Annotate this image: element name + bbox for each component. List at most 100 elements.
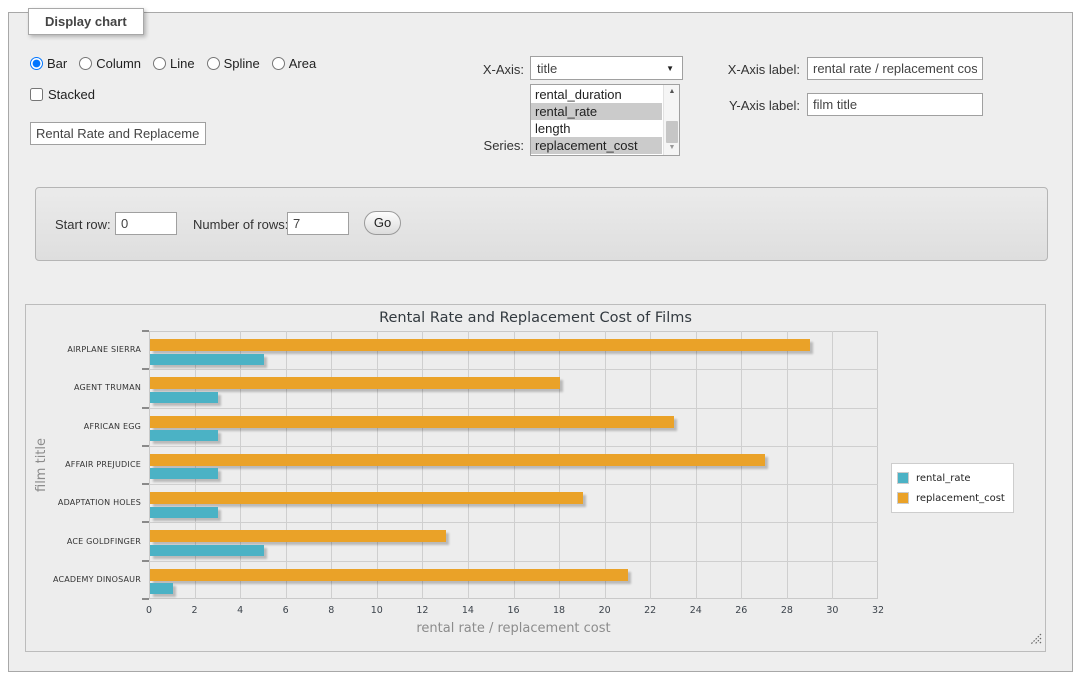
- x-tick-label: 16: [499, 605, 529, 616]
- series-multiselect[interactable]: rental_duration rental_rate length repla…: [530, 84, 680, 156]
- number-of-rows-input[interactable]: [287, 212, 349, 235]
- resize-grip-icon[interactable]: [1030, 630, 1042, 642]
- bar-rental_rate: [150, 468, 218, 479]
- chevron-down-icon: ▼: [666, 64, 674, 73]
- scrollbar-thumb[interactable]: [666, 121, 678, 143]
- x-tick-label: 4: [225, 605, 255, 616]
- legend-swatch-icon: [897, 472, 909, 484]
- x-tick-label: 32: [863, 605, 893, 616]
- bar-replacement_cost: [150, 377, 560, 389]
- chart-type-radio-group: Bar Column Line Spline Area: [30, 56, 324, 71]
- bar-replacement_cost: [150, 530, 446, 542]
- chart-type-bar-label: Bar: [47, 56, 67, 71]
- row-controls-box: [35, 187, 1048, 261]
- x-tick-label: 30: [817, 605, 847, 616]
- bar-rental_rate: [150, 354, 264, 365]
- gridline: [149, 369, 878, 370]
- gridline: [832, 331, 833, 599]
- gridline: [149, 484, 878, 485]
- bar-rental_rate: [150, 583, 173, 594]
- go-button[interactable]: Go: [364, 211, 401, 235]
- chart-type-spline-label: Spline: [224, 56, 260, 71]
- scroll-up-icon[interactable]: ▲: [664, 85, 680, 99]
- bar-replacement_cost: [150, 339, 810, 351]
- x-tick-label: 0: [134, 605, 164, 616]
- y-axis-tick: [142, 521, 149, 523]
- gridline: [149, 408, 878, 409]
- x-tick-label: 6: [271, 605, 301, 616]
- chart-legend: rental_rate replacement_cost: [891, 463, 1014, 513]
- x-axis-select-label: X-Axis:: [430, 62, 524, 77]
- series-select-label: Series:: [430, 138, 524, 153]
- chart-type-line-label: Line: [170, 56, 195, 71]
- chart-type-line[interactable]: Line: [153, 56, 195, 71]
- chart-type-column[interactable]: Column: [79, 56, 141, 71]
- series-option-length[interactable]: length: [531, 120, 662, 137]
- gridline: [149, 561, 878, 562]
- chart-type-area-radio[interactable]: [272, 57, 285, 70]
- series-option-replacement-cost[interactable]: replacement_cost: [531, 137, 662, 154]
- chart-type-bar[interactable]: Bar: [30, 56, 67, 71]
- chart-type-column-label: Column: [96, 56, 141, 71]
- bar-replacement_cost: [150, 492, 583, 504]
- x-axis-label-input[interactable]: [807, 57, 983, 80]
- bar-replacement_cost: [150, 569, 628, 581]
- scroll-down-icon[interactable]: ▼: [664, 141, 680, 155]
- x-axis-label-label: X-Axis label:: [698, 62, 800, 77]
- legend-swatch-icon: [897, 492, 909, 504]
- bar-rental_rate: [150, 545, 264, 556]
- series-option-rental-duration[interactable]: rental_duration: [531, 86, 662, 103]
- legend-item: rental_rate: [897, 468, 1005, 488]
- bar-rental_rate: [150, 430, 218, 441]
- x-tick-label: 26: [726, 605, 756, 616]
- chart-title-input[interactable]: [30, 122, 206, 145]
- x-axis-title: rental rate / replacement cost: [149, 621, 878, 636]
- x-axis-select[interactable]: title ▼: [530, 56, 683, 80]
- x-tick-label: 28: [772, 605, 802, 616]
- bar-replacement_cost: [150, 416, 674, 428]
- chart-type-column-radio[interactable]: [79, 57, 92, 70]
- x-tick-label: 14: [453, 605, 483, 616]
- x-tick-label: 12: [407, 605, 437, 616]
- stacked-checkbox-row[interactable]: Stacked: [30, 87, 95, 102]
- start-row-label: Start row:: [55, 217, 111, 232]
- chart-type-area[interactable]: Area: [272, 56, 316, 71]
- y-axis-label-input[interactable]: [807, 93, 983, 116]
- y-axis-tick: [142, 598, 149, 600]
- x-tick-label: 20: [590, 605, 620, 616]
- series-option-rental-rate[interactable]: rental_rate: [531, 103, 662, 120]
- x-tick-label: 22: [635, 605, 665, 616]
- x-tick-label: 8: [316, 605, 346, 616]
- gridline: [149, 522, 878, 523]
- stacked-label: Stacked: [48, 87, 95, 102]
- stacked-checkbox[interactable]: [30, 88, 43, 101]
- chart-type-area-label: Area: [289, 56, 316, 71]
- chart-type-spline-radio[interactable]: [207, 57, 220, 70]
- start-row-input[interactable]: [115, 212, 177, 235]
- legend-item: replacement_cost: [897, 488, 1005, 508]
- panel-title: Display chart: [28, 8, 144, 35]
- y-axis-label-label: Y-Axis label:: [698, 98, 800, 113]
- y-axis-tick: [142, 407, 149, 409]
- legend-label: replacement_cost: [916, 493, 1005, 504]
- chart-title: Rental Rate and Replacement Cost of Film…: [26, 310, 1045, 326]
- y-axis-tick: [142, 483, 149, 485]
- chart-type-bar-radio[interactable]: [30, 57, 43, 70]
- x-axis-selected-value: title: [537, 61, 557, 76]
- chart-type-spline[interactable]: Spline: [207, 56, 260, 71]
- series-scrollbar[interactable]: ▲ ▼: [663, 85, 679, 155]
- y-axis-tick: [142, 368, 149, 370]
- chart-type-line-radio[interactable]: [153, 57, 166, 70]
- x-tick-label: 2: [180, 605, 210, 616]
- bar-replacement_cost: [150, 454, 765, 466]
- bar-rental_rate: [150, 392, 218, 403]
- chart-container: Rental Rate and Replacement Cost of Film…: [25, 304, 1046, 652]
- y-axis-tick: [142, 445, 149, 447]
- x-tick-label: 18: [544, 605, 574, 616]
- x-tick-label: 24: [681, 605, 711, 616]
- y-axis-tick: [142, 560, 149, 562]
- bar-rental_rate: [150, 507, 218, 518]
- x-tick-label: 10: [362, 605, 392, 616]
- y-axis-tick: [142, 330, 149, 332]
- gridline: [149, 446, 878, 447]
